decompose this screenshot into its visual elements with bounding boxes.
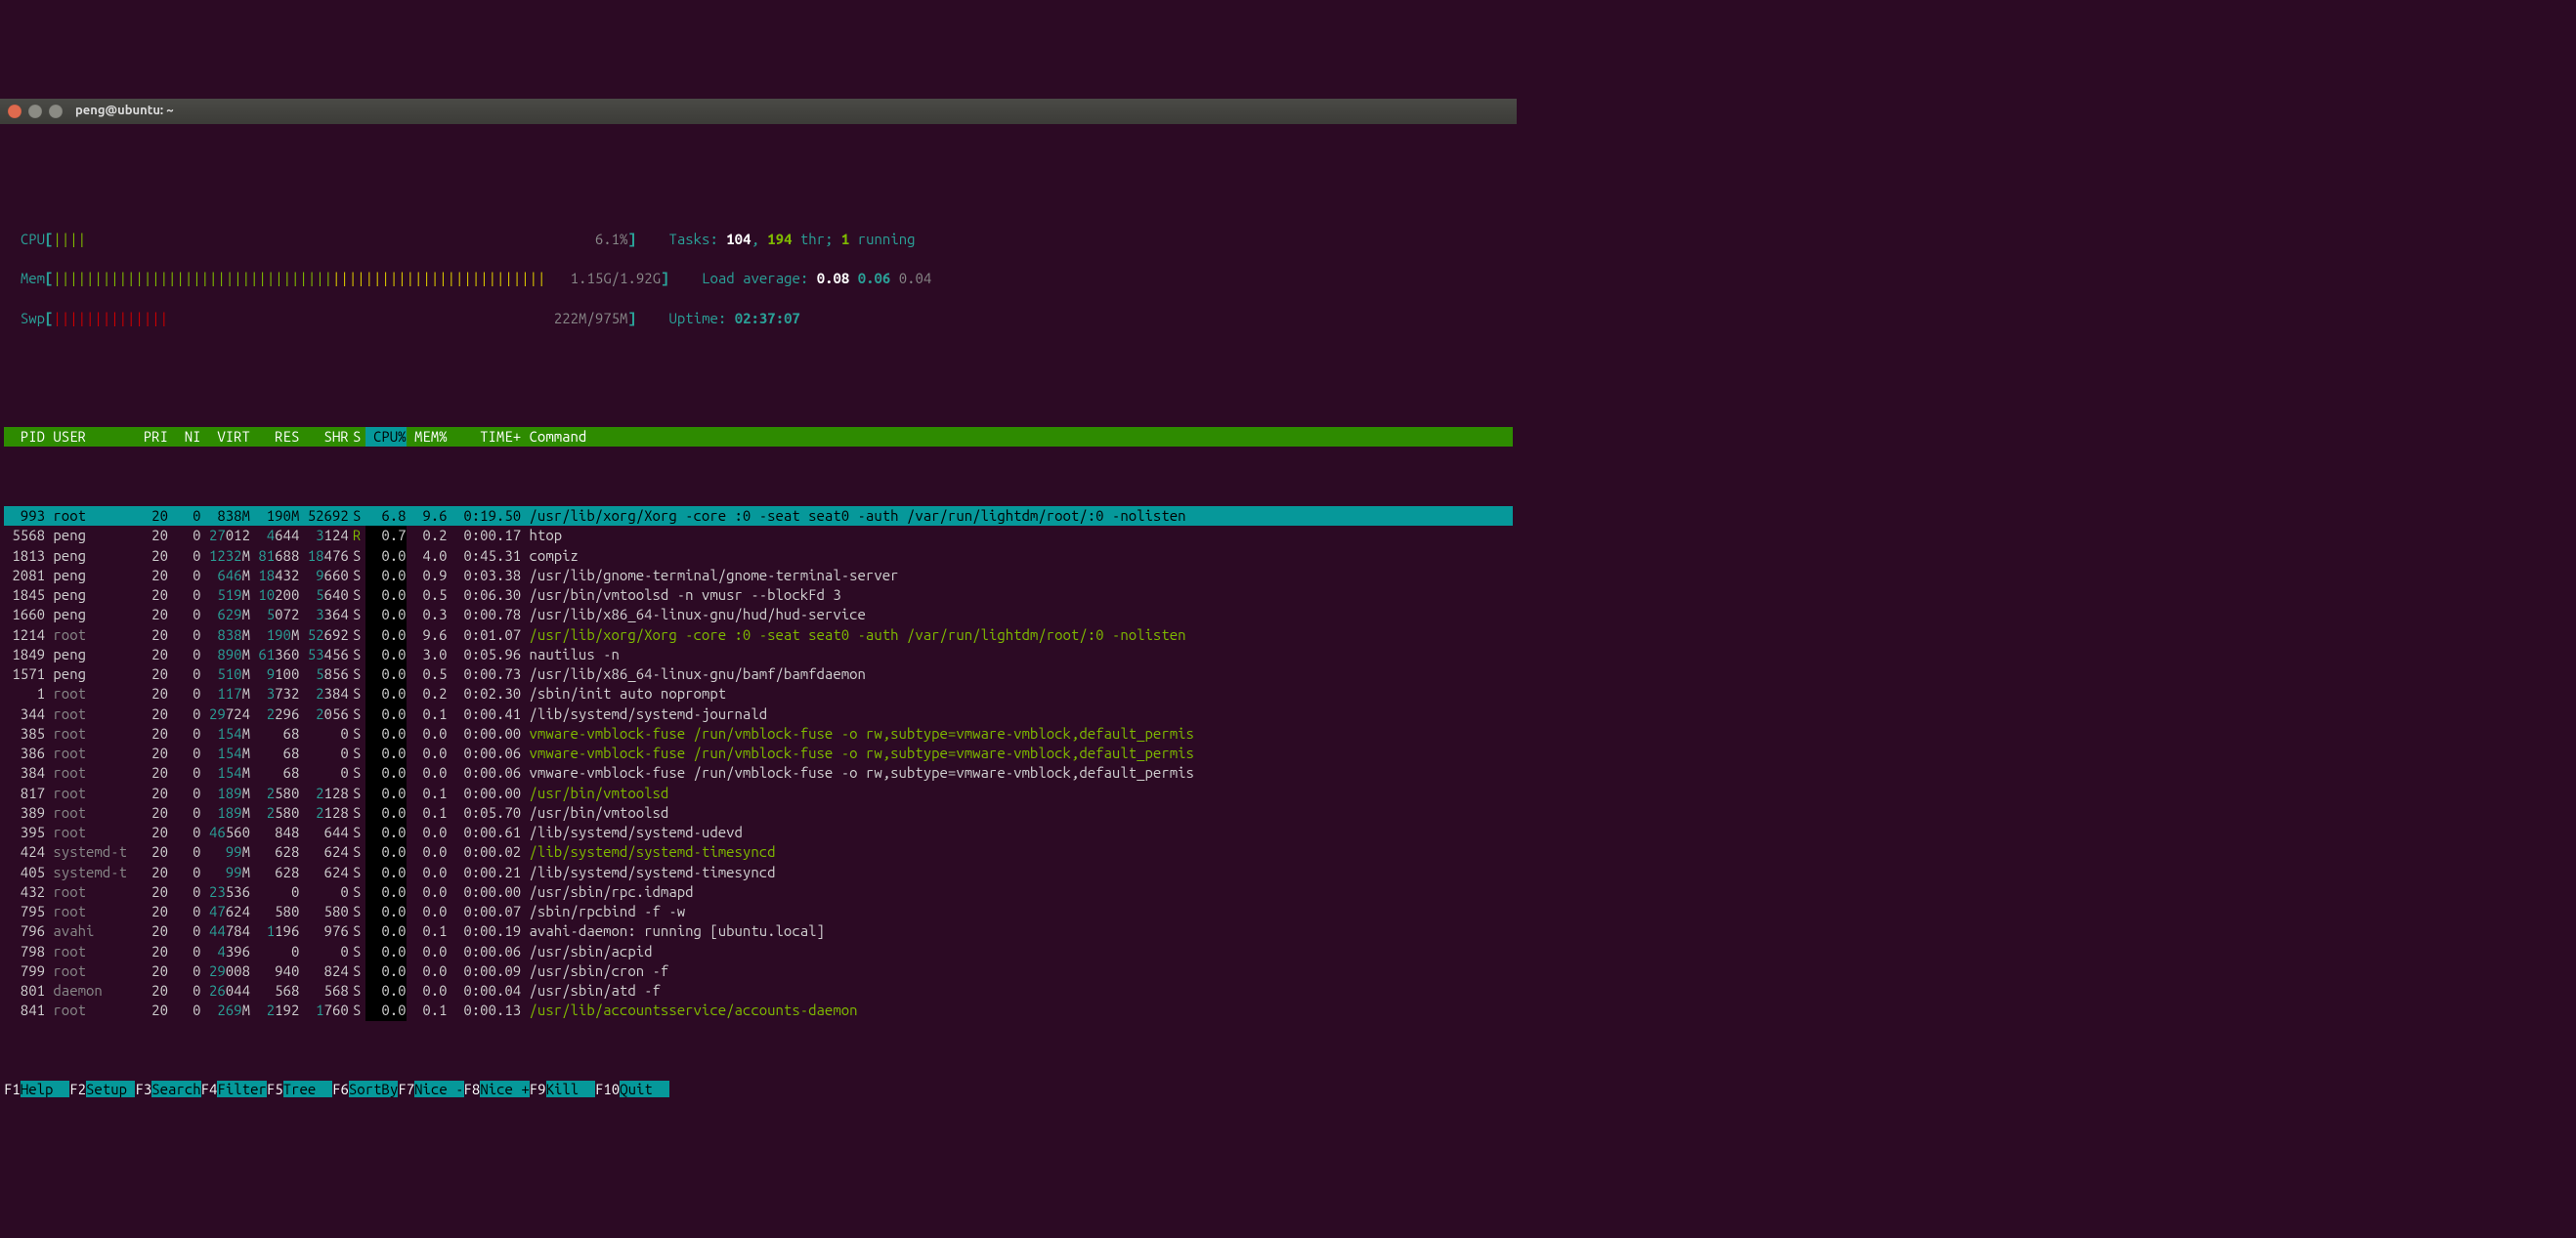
process-row[interactable]: 798root200439600S0.00.00:00.06/usr/sbin/… bbox=[4, 942, 1513, 961]
process-row[interactable]: 344root2002972422962056S0.00.10:00.41/li… bbox=[4, 704, 1513, 724]
process-row[interactable]: 801daemon20026044568568S0.00.00:00.04/us… bbox=[4, 981, 1513, 1001]
col-shr[interactable]: SHR bbox=[299, 427, 348, 447]
load-label: Load average: bbox=[702, 270, 808, 286]
process-row[interactable]: 1813peng2001232M8168818476S0.04.00:45.31… bbox=[4, 546, 1513, 566]
process-row[interactable]: 395root20046560848644S0.00.00:00.61/lib/… bbox=[4, 823, 1513, 842]
cpu-meter: CPU[||||6.1%] Tasks: 104, 194 thr; 1 run… bbox=[4, 230, 1513, 249]
fkey-label[interactable]: Setup bbox=[86, 1081, 135, 1097]
load1: 0.08 bbox=[817, 270, 850, 286]
col-user[interactable]: USER bbox=[53, 427, 135, 447]
terminal[interactable]: CPU[||||6.1%] Tasks: 104, 194 thr; 1 run… bbox=[0, 164, 1517, 1139]
col-mem[interactable]: MEM% bbox=[407, 427, 448, 447]
col-cmd[interactable]: Command bbox=[530, 427, 587, 447]
process-row[interactable]: 1571peng200510M91005856S0.00.50:00.73/us… bbox=[4, 664, 1513, 684]
process-row[interactable]: 384root200154M680S0.00.00:00.06vmware-vm… bbox=[4, 763, 1513, 783]
fkey-label[interactable]: Nice - bbox=[414, 1081, 463, 1097]
fkey-label[interactable]: Search bbox=[151, 1081, 200, 1097]
footer-fkeys[interactable]: F1Help F2Setup F3SearchF4FilterF5Tree F6… bbox=[4, 1080, 1513, 1099]
fkey-label[interactable]: Nice + bbox=[480, 1081, 529, 1097]
process-row[interactable]: 841root200269M21921760S0.00.10:00.13/usr… bbox=[4, 1001, 1513, 1020]
fkey-label[interactable]: Kill bbox=[546, 1081, 595, 1097]
uptime-value: 02:37:07 bbox=[735, 310, 800, 326]
process-row[interactable]: 385root200154M680S0.00.00:00.00vmware-vm… bbox=[4, 724, 1513, 744]
process-row[interactable]: 5568peng2002701246443124R0.70.20:00.17ht… bbox=[4, 526, 1513, 545]
fkey: F6 bbox=[332, 1081, 349, 1097]
fkey: F8 bbox=[464, 1081, 481, 1097]
window-titlebar: peng@ubuntu: ~ bbox=[0, 99, 1517, 124]
col-pri[interactable]: PRI bbox=[135, 427, 168, 447]
swp-value: 222M/975M bbox=[554, 310, 628, 326]
cpu-value: 6.1% bbox=[595, 231, 628, 247]
fkey-label[interactable]: Quit bbox=[620, 1081, 668, 1097]
running-count: 1 bbox=[841, 231, 849, 247]
mem-value: 1.15G/1.92G bbox=[571, 270, 661, 286]
load5: 0.06 bbox=[858, 270, 891, 286]
cpu-bar: |||| bbox=[53, 231, 86, 247]
process-row[interactable]: 799root20029008940824S0.00.00:00.09/usr/… bbox=[4, 961, 1513, 981]
minimize-icon[interactable] bbox=[28, 105, 42, 118]
col-cpu[interactable]: CPU% bbox=[365, 427, 407, 447]
process-row[interactable]: 1root200117M37322384S0.00.20:02.30/sbin/… bbox=[4, 684, 1513, 704]
process-row[interactable]: 432root2002353600S0.00.00:00.00/usr/sbin… bbox=[4, 882, 1513, 902]
fkey-label[interactable]: Filter bbox=[217, 1081, 266, 1097]
process-row[interactable]: 424systemd-t20099M628624S0.00.00:00.02/l… bbox=[4, 842, 1513, 862]
process-row[interactable]: 817root200189M25802128S0.00.10:00.00/usr… bbox=[4, 784, 1513, 803]
window-title: peng@ubuntu: ~ bbox=[75, 103, 174, 120]
swp-label: Swp bbox=[21, 310, 45, 326]
mem-label: Mem bbox=[21, 270, 45, 286]
col-s[interactable]: S bbox=[349, 427, 365, 447]
process-row[interactable]: 796avahi200447841196976S0.00.10:00.19ava… bbox=[4, 921, 1513, 941]
fkey: F5 bbox=[267, 1081, 283, 1097]
process-row[interactable]: 386root200154M680S0.00.00:00.06vmware-vm… bbox=[4, 744, 1513, 763]
fkey-label[interactable]: Tree bbox=[283, 1081, 332, 1097]
process-row[interactable]: 1849peng200890M6136053456S0.03.00:05.96n… bbox=[4, 645, 1513, 664]
col-ni[interactable]: NI bbox=[168, 427, 201, 447]
maximize-icon[interactable] bbox=[49, 105, 63, 118]
fkey: F2 bbox=[69, 1081, 86, 1097]
column-header[interactable]: PID USERPRINIVIRTRESSHRSCPU%MEM%TIME+ Comm… bbox=[4, 427, 1513, 447]
col-pid[interactable]: PID bbox=[4, 427, 45, 447]
fkey: F3 bbox=[135, 1081, 151, 1097]
col-virt[interactable]: VIRT bbox=[201, 427, 250, 447]
fkey: F9 bbox=[530, 1081, 546, 1097]
col-time[interactable]: TIME+ bbox=[448, 427, 522, 447]
fkey: F7 bbox=[398, 1081, 414, 1097]
fkey-label[interactable]: SortBy bbox=[349, 1081, 398, 1097]
process-row[interactable]: 389root200189M25802128S0.00.10:05.70/usr… bbox=[4, 803, 1513, 823]
process-row[interactable]: 795root20047624580580S0.00.00:00.07/sbin… bbox=[4, 902, 1513, 921]
process-row[interactable]: 1660peng200629M50723364S0.00.30:00.78/us… bbox=[4, 605, 1513, 624]
close-icon[interactable] bbox=[8, 105, 21, 118]
fkey: F10 bbox=[595, 1081, 620, 1097]
col-res[interactable]: RES bbox=[250, 427, 299, 447]
swp-meter: Swp[||||||||||||||222M/975M] Uptime: 02:… bbox=[4, 309, 1513, 328]
process-row[interactable]: 2081peng200646M184329660S0.00.90:03.38/u… bbox=[4, 566, 1513, 585]
uptime-label: Uptime: bbox=[668, 310, 726, 326]
fkey-label[interactable]: Help bbox=[21, 1081, 69, 1097]
process-row[interactable]: 1214root200838M190M52692S0.09.60:01.07/u… bbox=[4, 625, 1513, 645]
tasks-label: Tasks: bbox=[668, 231, 717, 247]
mem-meter: Mem[||||||||||||||||||||||||||||||||||||… bbox=[4, 269, 1513, 288]
process-list[interactable]: 993root200838M190M52692S6.89.60:19.50/us… bbox=[4, 506, 1513, 1021]
process-row[interactable]: 1845peng200519M102005640S0.00.50:06.30/u… bbox=[4, 585, 1513, 605]
process-row[interactable]: 405systemd-t20099M628624S0.00.00:00.21/l… bbox=[4, 863, 1513, 882]
tasks-count: 104 bbox=[726, 231, 751, 247]
load15: 0.04 bbox=[899, 270, 932, 286]
thr-count: 194 bbox=[767, 231, 792, 247]
fkey: F1 bbox=[4, 1081, 21, 1097]
process-row[interactable]: 993root200838M190M52692S6.89.60:19.50/us… bbox=[4, 506, 1513, 526]
fkey: F4 bbox=[201, 1081, 218, 1097]
cpu-label: CPU bbox=[21, 231, 45, 247]
